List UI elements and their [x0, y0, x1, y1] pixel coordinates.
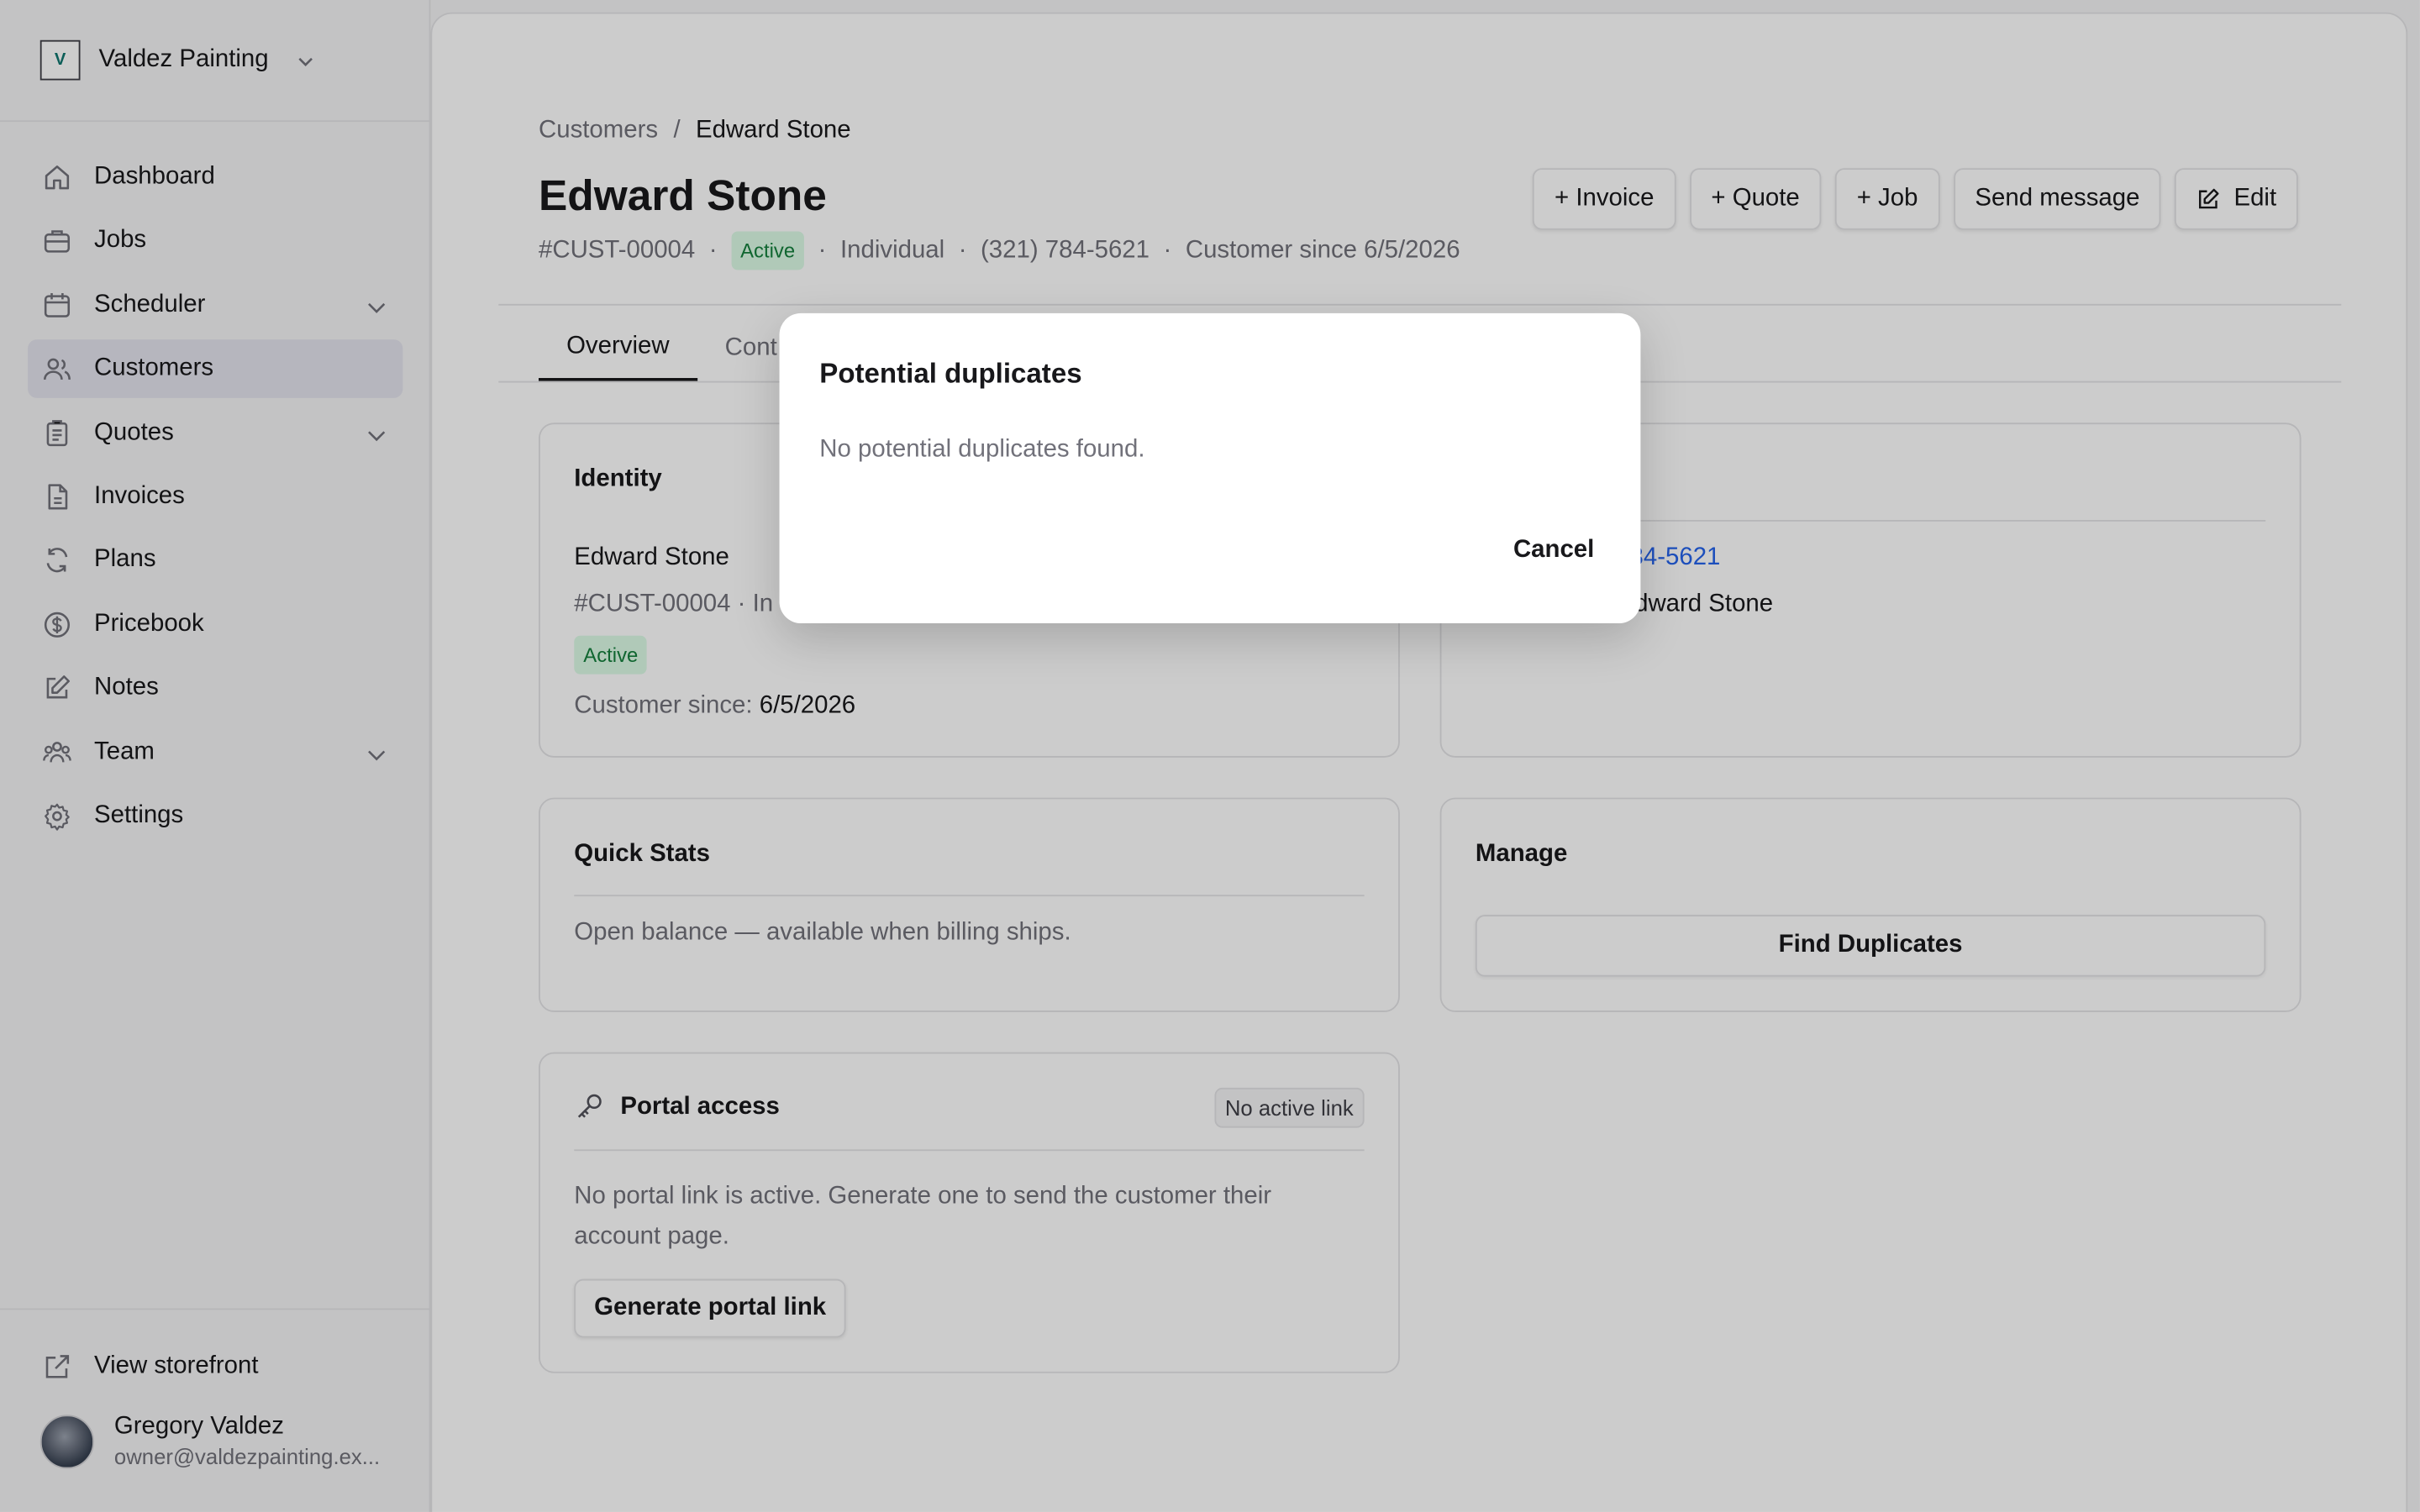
app-root: V Valdez Painting Dashboard Jobs Schedul…	[0, 0, 2420, 1512]
cancel-button[interactable]: Cancel	[1513, 537, 1594, 564]
duplicates-dialog: Potential duplicates No potential duplic…	[779, 312, 1641, 624]
dialog-message: No potential duplicates found.	[819, 436, 1145, 464]
modal-backdrop[interactable]	[0, 0, 2420, 1512]
dialog-title: Potential duplicates	[819, 358, 1082, 389]
